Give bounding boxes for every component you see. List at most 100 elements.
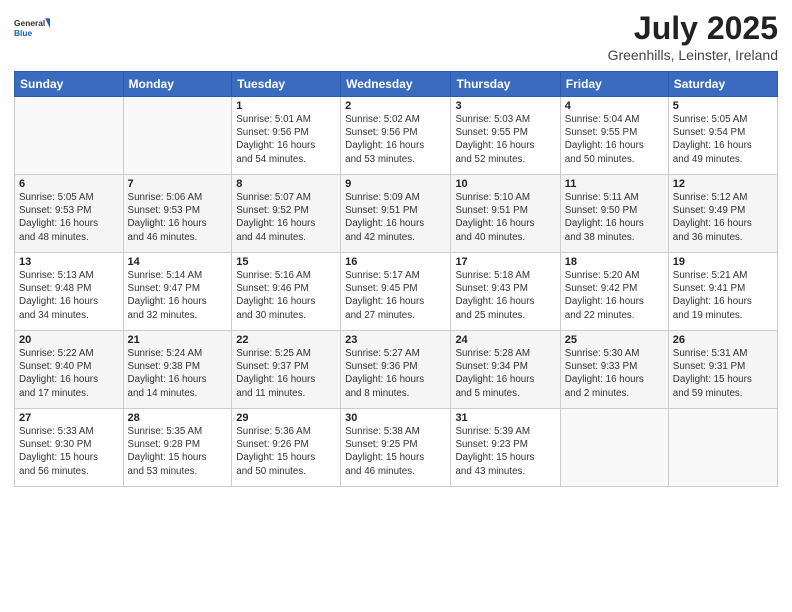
- month-title: July 2025: [608, 10, 778, 47]
- col-tuesday: Tuesday: [232, 72, 341, 97]
- day-number: 5: [673, 100, 773, 112]
- day-detail: Sunrise: 5:12 AM Sunset: 9:49 PM Dayligh…: [673, 191, 773, 244]
- col-monday: Monday: [123, 72, 232, 97]
- day-number: 8: [236, 178, 336, 190]
- table-row: 3Sunrise: 5:03 AM Sunset: 9:55 PM Daylig…: [451, 97, 560, 175]
- table-row: 22Sunrise: 5:25 AM Sunset: 9:37 PM Dayli…: [232, 331, 341, 409]
- day-detail: Sunrise: 5:30 AM Sunset: 9:33 PM Dayligh…: [565, 347, 664, 400]
- day-detail: Sunrise: 5:17 AM Sunset: 9:45 PM Dayligh…: [345, 269, 446, 322]
- table-row: 24Sunrise: 5:28 AM Sunset: 9:34 PM Dayli…: [451, 331, 560, 409]
- day-number: 21: [128, 334, 228, 346]
- table-row: 18Sunrise: 5:20 AM Sunset: 9:42 PM Dayli…: [560, 253, 668, 331]
- table-row: 19Sunrise: 5:21 AM Sunset: 9:41 PM Dayli…: [668, 253, 777, 331]
- calendar-table: Sunday Monday Tuesday Wednesday Thursday…: [14, 71, 778, 487]
- table-row: 27Sunrise: 5:33 AM Sunset: 9:30 PM Dayli…: [15, 409, 124, 487]
- day-detail: Sunrise: 5:11 AM Sunset: 9:50 PM Dayligh…: [565, 191, 664, 244]
- day-number: 4: [565, 100, 664, 112]
- logo-svg: General Blue: [14, 10, 50, 46]
- day-number: 29: [236, 412, 336, 424]
- table-row: 20Sunrise: 5:22 AM Sunset: 9:40 PM Dayli…: [15, 331, 124, 409]
- day-number: 1: [236, 100, 336, 112]
- day-number: 11: [565, 178, 664, 190]
- table-row: [123, 97, 232, 175]
- svg-text:Blue: Blue: [14, 28, 33, 38]
- day-number: 2: [345, 100, 446, 112]
- day-detail: Sunrise: 5:10 AM Sunset: 9:51 PM Dayligh…: [455, 191, 555, 244]
- header: General Blue July 2025 Greenhills, Leins…: [14, 10, 778, 63]
- table-row: 5Sunrise: 5:05 AM Sunset: 9:54 PM Daylig…: [668, 97, 777, 175]
- table-row: 12Sunrise: 5:12 AM Sunset: 9:49 PM Dayli…: [668, 175, 777, 253]
- table-row: 16Sunrise: 5:17 AM Sunset: 9:45 PM Dayli…: [341, 253, 451, 331]
- col-thursday: Thursday: [451, 72, 560, 97]
- table-row: [15, 97, 124, 175]
- logo: General Blue: [14, 10, 50, 46]
- day-number: 3: [455, 100, 555, 112]
- day-detail: Sunrise: 5:35 AM Sunset: 9:28 PM Dayligh…: [128, 425, 228, 478]
- day-number: 24: [455, 334, 555, 346]
- day-detail: Sunrise: 5:27 AM Sunset: 9:36 PM Dayligh…: [345, 347, 446, 400]
- day-detail: Sunrise: 5:13 AM Sunset: 9:48 PM Dayligh…: [19, 269, 119, 322]
- day-number: 22: [236, 334, 336, 346]
- day-number: 26: [673, 334, 773, 346]
- day-detail: Sunrise: 5:22 AM Sunset: 9:40 PM Dayligh…: [19, 347, 119, 400]
- day-detail: Sunrise: 5:36 AM Sunset: 9:26 PM Dayligh…: [236, 425, 336, 478]
- table-row: 10Sunrise: 5:10 AM Sunset: 9:51 PM Dayli…: [451, 175, 560, 253]
- table-row: 8Sunrise: 5:07 AM Sunset: 9:52 PM Daylig…: [232, 175, 341, 253]
- day-detail: Sunrise: 5:04 AM Sunset: 9:55 PM Dayligh…: [565, 113, 664, 166]
- table-row: 14Sunrise: 5:14 AM Sunset: 9:47 PM Dayli…: [123, 253, 232, 331]
- table-row: 13Sunrise: 5:13 AM Sunset: 9:48 PM Dayli…: [15, 253, 124, 331]
- col-wednesday: Wednesday: [341, 72, 451, 97]
- day-detail: Sunrise: 5:02 AM Sunset: 9:56 PM Dayligh…: [345, 113, 446, 166]
- day-detail: Sunrise: 5:03 AM Sunset: 9:55 PM Dayligh…: [455, 113, 555, 166]
- day-detail: Sunrise: 5:38 AM Sunset: 9:25 PM Dayligh…: [345, 425, 446, 478]
- day-detail: Sunrise: 5:09 AM Sunset: 9:51 PM Dayligh…: [345, 191, 446, 244]
- table-row: 28Sunrise: 5:35 AM Sunset: 9:28 PM Dayli…: [123, 409, 232, 487]
- day-number: 19: [673, 256, 773, 268]
- day-detail: Sunrise: 5:24 AM Sunset: 9:38 PM Dayligh…: [128, 347, 228, 400]
- svg-text:General: General: [14, 18, 45, 28]
- day-detail: Sunrise: 5:07 AM Sunset: 9:52 PM Dayligh…: [236, 191, 336, 244]
- table-row: 7Sunrise: 5:06 AM Sunset: 9:53 PM Daylig…: [123, 175, 232, 253]
- day-detail: Sunrise: 5:31 AM Sunset: 9:31 PM Dayligh…: [673, 347, 773, 400]
- day-number: 18: [565, 256, 664, 268]
- day-number: 9: [345, 178, 446, 190]
- col-sunday: Sunday: [15, 72, 124, 97]
- col-friday: Friday: [560, 72, 668, 97]
- day-number: 27: [19, 412, 119, 424]
- table-row: 11Sunrise: 5:11 AM Sunset: 9:50 PM Dayli…: [560, 175, 668, 253]
- day-detail: Sunrise: 5:16 AM Sunset: 9:46 PM Dayligh…: [236, 269, 336, 322]
- table-row: [560, 409, 668, 487]
- day-detail: Sunrise: 5:33 AM Sunset: 9:30 PM Dayligh…: [19, 425, 119, 478]
- day-detail: Sunrise: 5:18 AM Sunset: 9:43 PM Dayligh…: [455, 269, 555, 322]
- day-number: 31: [455, 412, 555, 424]
- table-row: 4Sunrise: 5:04 AM Sunset: 9:55 PM Daylig…: [560, 97, 668, 175]
- table-row: 30Sunrise: 5:38 AM Sunset: 9:25 PM Dayli…: [341, 409, 451, 487]
- title-block: July 2025 Greenhills, Leinster, Ireland: [608, 10, 778, 63]
- table-row: 31Sunrise: 5:39 AM Sunset: 9:23 PM Dayli…: [451, 409, 560, 487]
- day-detail: Sunrise: 5:05 AM Sunset: 9:54 PM Dayligh…: [673, 113, 773, 166]
- col-saturday: Saturday: [668, 72, 777, 97]
- location: Greenhills, Leinster, Ireland: [608, 47, 778, 63]
- day-number: 16: [345, 256, 446, 268]
- table-row: 15Sunrise: 5:16 AM Sunset: 9:46 PM Dayli…: [232, 253, 341, 331]
- day-detail: Sunrise: 5:20 AM Sunset: 9:42 PM Dayligh…: [565, 269, 664, 322]
- day-detail: Sunrise: 5:25 AM Sunset: 9:37 PM Dayligh…: [236, 347, 336, 400]
- day-number: 7: [128, 178, 228, 190]
- day-number: 17: [455, 256, 555, 268]
- day-number: 15: [236, 256, 336, 268]
- day-number: 14: [128, 256, 228, 268]
- day-detail: Sunrise: 5:14 AM Sunset: 9:47 PM Dayligh…: [128, 269, 228, 322]
- day-number: 6: [19, 178, 119, 190]
- table-row: 21Sunrise: 5:24 AM Sunset: 9:38 PM Dayli…: [123, 331, 232, 409]
- day-number: 13: [19, 256, 119, 268]
- table-row: 6Sunrise: 5:05 AM Sunset: 9:53 PM Daylig…: [15, 175, 124, 253]
- day-number: 20: [19, 334, 119, 346]
- day-detail: Sunrise: 5:01 AM Sunset: 9:56 PM Dayligh…: [236, 113, 336, 166]
- day-number: 30: [345, 412, 446, 424]
- day-number: 25: [565, 334, 664, 346]
- day-detail: Sunrise: 5:21 AM Sunset: 9:41 PM Dayligh…: [673, 269, 773, 322]
- day-detail: Sunrise: 5:39 AM Sunset: 9:23 PM Dayligh…: [455, 425, 555, 478]
- day-number: 12: [673, 178, 773, 190]
- table-row: 29Sunrise: 5:36 AM Sunset: 9:26 PM Dayli…: [232, 409, 341, 487]
- day-detail: Sunrise: 5:06 AM Sunset: 9:53 PM Dayligh…: [128, 191, 228, 244]
